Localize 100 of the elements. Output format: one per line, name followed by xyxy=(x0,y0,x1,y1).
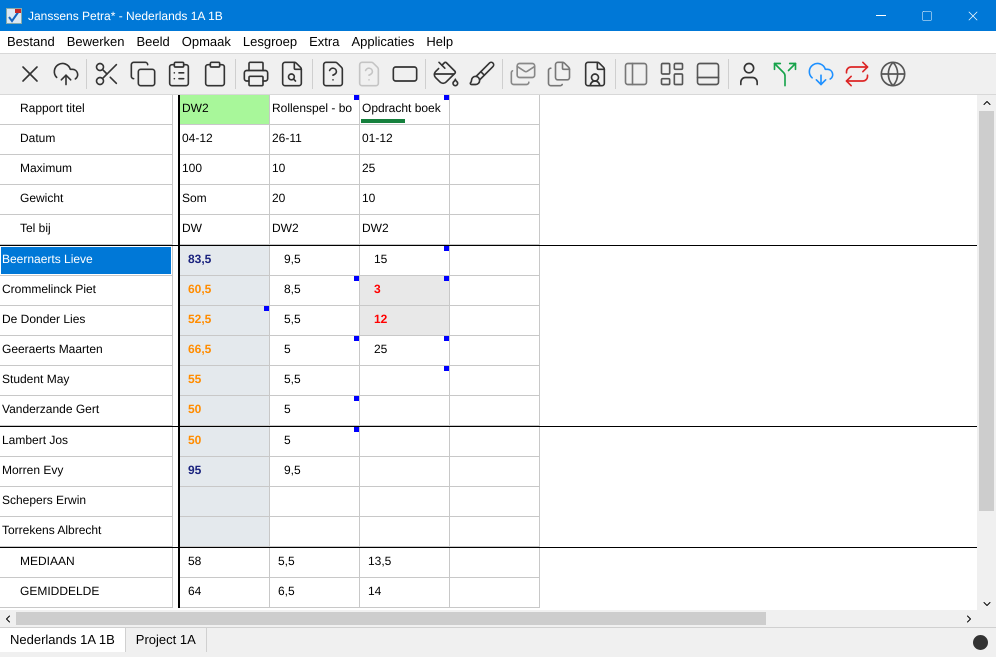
grid-cell[interactable]: DW2 xyxy=(180,95,270,125)
score-cell: 5 xyxy=(284,402,291,416)
grid-cell[interactable]: 5,5 xyxy=(270,306,360,336)
menu-item[interactable]: Bestand xyxy=(1,32,61,52)
cloud-download-icon xyxy=(807,60,835,88)
printer-icon xyxy=(242,60,270,88)
horizontal-scrollbar[interactable] xyxy=(0,610,977,627)
column-header: 20 xyxy=(272,191,286,205)
split-arrows-icon xyxy=(771,60,799,88)
grid-cell[interactable]: 10 xyxy=(360,185,450,215)
grid-cell[interactable]: 25 xyxy=(360,155,450,185)
menu-item[interactable]: Help xyxy=(420,32,460,52)
menu-item[interactable]: Applicaties xyxy=(345,32,420,52)
grid-cell[interactable]: DW xyxy=(180,215,270,245)
grid-cell[interactable]: Rollenspel - bo xyxy=(270,95,360,125)
student-name[interactable]: Vanderzande Gert xyxy=(1,397,171,424)
score-cell: 5,5 xyxy=(284,312,301,326)
student-name[interactable]: Student May xyxy=(1,367,171,394)
column-header: DW2 xyxy=(362,221,389,235)
grid-cell[interactable] xyxy=(180,517,270,547)
score-cell: 55 xyxy=(188,372,202,386)
student-name[interactable]: Schepers Erwin xyxy=(1,488,171,515)
menu-item[interactable]: Extra xyxy=(303,32,346,52)
score-cell: 5 xyxy=(284,433,291,447)
score-cell: 5,5 xyxy=(284,372,301,386)
grid-cell[interactable] xyxy=(360,366,450,396)
grid-cell[interactable] xyxy=(360,457,450,487)
score-cell: 9,5 xyxy=(284,252,301,266)
stat-value: 5,5 xyxy=(278,554,295,568)
student-name[interactable]: Geeraerts Maarten xyxy=(1,337,171,364)
grid-cell[interactable] xyxy=(360,517,450,547)
grid-cell[interactable]: 8,5 xyxy=(270,276,360,306)
grid-cell[interactable]: 25 xyxy=(360,336,450,366)
score-cell: 5 xyxy=(284,342,291,356)
student-name[interactable]: Beernaerts Lieve xyxy=(1,247,171,274)
column-header: 10 xyxy=(362,191,376,205)
stat-value: 13,5 xyxy=(368,554,392,568)
score-cell: 50 xyxy=(188,433,202,447)
row-label: Gewicht xyxy=(20,191,64,205)
grid-cell[interactable]: 04-12 xyxy=(180,125,270,155)
grid-cell[interactable]: 9,5 xyxy=(270,457,360,487)
grid-cell[interactable]: Opdracht boek xyxy=(360,95,450,125)
grid-cell[interactable] xyxy=(360,487,450,517)
row-label: MEDIAAN xyxy=(20,554,75,568)
menu-item[interactable]: Beeld xyxy=(130,32,176,52)
score-cell: 12 xyxy=(374,312,388,326)
student-name[interactable]: Lambert Jos xyxy=(1,428,171,455)
score-cell: 25 xyxy=(374,342,388,356)
scrollbar-thumb[interactable] xyxy=(16,612,766,625)
scrollbar-thumb[interactable] xyxy=(979,111,994,511)
grid-cell[interactable] xyxy=(180,487,270,517)
grid-cell[interactable]: 01-12 xyxy=(360,125,450,155)
column-header: Opdracht boek xyxy=(362,101,441,115)
status-bar-indicator xyxy=(361,119,405,123)
grid-cell[interactable]: DW2 xyxy=(360,215,450,245)
sheet-tab[interactable]: Nederlands 1A 1B xyxy=(0,628,126,652)
score-cell: 52,5 xyxy=(188,312,212,326)
row-label: Datum xyxy=(20,131,56,145)
grid-cell[interactable]: Som xyxy=(180,185,270,215)
grid-cell[interactable]: DW2 xyxy=(270,215,360,245)
grid-cell[interactable]: 5 xyxy=(270,336,360,366)
row-label: Rapport titel xyxy=(20,101,85,115)
grid-cell[interactable]: 100 xyxy=(180,155,270,185)
score-cell: 3 xyxy=(374,282,381,296)
grid-cell[interactable]: 5 xyxy=(270,396,360,426)
grid-cell[interactable]: 9,5 xyxy=(270,246,360,276)
grid-cell[interactable]: 26-11 xyxy=(270,125,360,155)
row-label: GEMIDDELDE xyxy=(20,584,100,598)
student-name[interactable]: Morren Evy xyxy=(1,458,171,485)
grid-cell[interactable] xyxy=(270,487,360,517)
student-name[interactable]: Torrekens Albrecht xyxy=(1,518,171,545)
stat-value: 58 xyxy=(188,554,202,568)
grid-cell[interactable]: 83,5 xyxy=(180,246,270,276)
grid-cell[interactable] xyxy=(360,396,450,426)
menu-item[interactable]: Bewerken xyxy=(60,32,131,52)
column-header: DW xyxy=(182,221,202,235)
cell-marker xyxy=(354,336,359,341)
student-name[interactable]: De Donder Lies xyxy=(1,307,171,334)
grid-cell[interactable]: 5 xyxy=(270,427,360,457)
student-name[interactable]: Crommelinck Piet xyxy=(1,277,171,304)
grid-cell[interactable]: 15 xyxy=(360,246,450,276)
grid-cell[interactable]: 20 xyxy=(270,185,360,215)
cell-marker xyxy=(354,95,359,100)
menu-item[interactable]: Lesgroep xyxy=(236,32,304,52)
cell-marker xyxy=(444,95,449,100)
cell-marker xyxy=(354,427,359,432)
stat-value: 6,5 xyxy=(278,584,295,598)
grid-cell[interactable] xyxy=(360,427,450,457)
layout-icon xyxy=(658,60,686,88)
copy-icon xyxy=(129,60,157,88)
repeat-arrows-icon xyxy=(843,60,871,88)
score-cell: 95 xyxy=(188,463,202,477)
cell-marker xyxy=(354,276,359,281)
grid-cell[interactable] xyxy=(270,517,360,547)
menu-item[interactable]: Opmaak xyxy=(176,32,237,52)
grid-cell[interactable]: 95 xyxy=(180,457,270,487)
grid-cell[interactable]: 5,5 xyxy=(270,366,360,396)
vertical-scrollbar[interactable] xyxy=(977,95,996,627)
grid-cell[interactable]: 10 xyxy=(270,155,360,185)
envelopes-icon xyxy=(509,60,537,88)
